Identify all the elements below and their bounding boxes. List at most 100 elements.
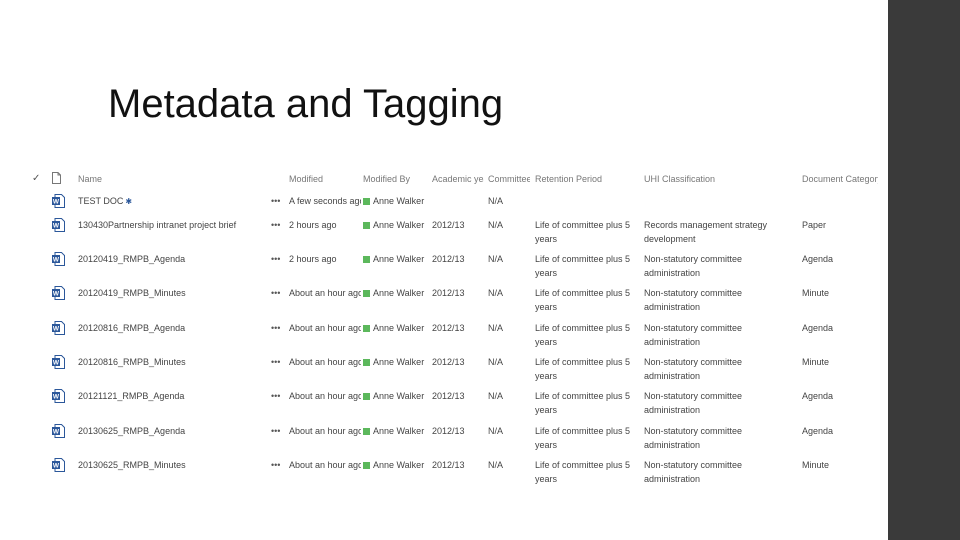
column-header-row: ✓ Name Modified Modified By Academic yea…	[30, 168, 880, 188]
modified-by-cell[interactable]: Anne Walker	[363, 424, 427, 438]
retention-period-cell: Life of committee plus 5 years	[535, 460, 631, 484]
modified-by-cell[interactable]: Anne Walker	[363, 252, 427, 266]
slide-title: Metadata and Tagging	[108, 82, 504, 126]
column-header-classification[interactable]: UHI Classification	[644, 172, 794, 186]
open-menu-button[interactable]: •••	[271, 458, 285, 472]
academic-year-cell: 2012/13	[432, 460, 465, 470]
table-row[interactable]: W 20121121_RMPB_Agenda ••• Anne Walker About…	[30, 385, 880, 417]
presence-status-icon	[363, 198, 370, 205]
modified-by-cell[interactable]: Anne Walker	[363, 389, 427, 403]
classification-cell: Non-statutory committee administration	[644, 426, 743, 450]
word-document-icon[interactable]: W	[52, 252, 65, 266]
modified-by-cell[interactable]: Anne Walker	[363, 194, 427, 208]
modified-cell: About an hour ago	[289, 391, 361, 401]
open-menu-button[interactable]: •••	[271, 286, 285, 300]
slide: Metadata and Tagging ✓ Name Modified Mod…	[0, 0, 888, 540]
presence-status-icon	[363, 393, 370, 400]
modified-by-cell[interactable]: Anne Walker	[363, 286, 427, 300]
open-menu-button[interactable]: •••	[271, 252, 285, 266]
academic-year-cell: 2012/13	[432, 391, 465, 401]
table-row[interactable]: W 130430Partnership intranet project brie…	[30, 214, 880, 246]
presence-status-icon	[363, 222, 370, 229]
column-header-committee[interactable]: Committee	[488, 172, 530, 186]
academic-year-cell: 2012/13	[432, 426, 465, 436]
column-header-retention-period[interactable]: Retention Period	[535, 172, 635, 186]
svg-text:W: W	[53, 257, 60, 264]
committee-cell: N/A	[488, 196, 504, 206]
word-document-icon[interactable]: W	[52, 389, 65, 403]
table-row[interactable]: W 20130625_RMPB_Minutes ••• Anne Walker Abou…	[30, 454, 880, 486]
retention-period-cell: Life of committee plus 5 years	[535, 323, 631, 347]
table-row[interactable]: W 20120419_RMPB_Agenda ••• Anne Walker 2 hou…	[30, 248, 880, 280]
modified-by-cell[interactable]: Anne Walker	[363, 355, 427, 369]
document-name-link[interactable]: 20120816_RMPB_Minutes	[78, 355, 264, 369]
presence-status-icon	[363, 462, 370, 469]
select-all-checkbox[interactable]: ✓	[32, 172, 44, 186]
open-menu-button[interactable]: •••	[271, 194, 285, 208]
document-name-link[interactable]: 20130625_RMPB_Minutes	[78, 458, 264, 472]
open-menu-button[interactable]: •••	[271, 218, 285, 232]
open-menu-button[interactable]: •••	[271, 321, 285, 335]
word-document-icon[interactable]: W	[52, 458, 65, 472]
open-menu-button[interactable]: •••	[271, 355, 285, 369]
modified-by-cell[interactable]: Anne Walker	[363, 218, 427, 232]
column-header-modified-by[interactable]: Modified By	[363, 172, 427, 186]
word-document-icon[interactable]: W	[52, 321, 65, 335]
retention-period-cell: Life of committee plus 5 years	[535, 254, 631, 278]
modified-cell: About an hour ago	[289, 323, 361, 333]
document-name-label: TEST DOC	[78, 196, 124, 206]
document-category-cell: Paper	[802, 220, 827, 230]
document-category-cell: Agenda	[802, 323, 834, 333]
modified-cell: 2 hours ago	[289, 254, 337, 264]
word-document-icon[interactable]: W	[52, 355, 65, 369]
document-category-cell: Minute	[802, 288, 830, 298]
retention-period-cell: Life of committee plus 5 years	[535, 220, 631, 244]
modified-by-label: Anne Walker	[373, 220, 425, 230]
modified-by-label: Anne Walker	[373, 196, 425, 206]
academic-year-cell: 2012/13	[432, 323, 465, 333]
academic-year-cell: 2012/13	[432, 220, 465, 230]
academic-year-cell: 2012/13	[432, 288, 465, 298]
word-document-icon[interactable]: W	[52, 194, 65, 208]
document-category-cell: Minute	[802, 357, 830, 367]
modified-cell: About an hour ago	[289, 460, 361, 470]
table-row[interactable]: W 20120419_RMPB_Minutes ••• Anne Walker Abou…	[30, 282, 880, 314]
table-row[interactable]: W 20120816_RMPB_Minutes ••• Anne Walker Abou…	[30, 351, 880, 383]
word-document-icon[interactable]: W	[52, 286, 65, 300]
committee-cell: N/A	[488, 220, 504, 230]
table-row[interactable]: W 20130625_RMPB_Agenda ••• Anne Walker About…	[30, 420, 880, 452]
open-menu-button[interactable]: •••	[271, 424, 285, 438]
document-name-label: 20130625_RMPB_Minutes	[78, 460, 186, 470]
svg-text:W: W	[53, 291, 60, 298]
modified-by-cell[interactable]: Anne Walker	[363, 321, 427, 335]
column-header-academic-year[interactable]: Academic year	[432, 172, 484, 186]
column-header-name[interactable]: Name	[78, 172, 264, 186]
document-name-link[interactable]: 20121121_RMPB_Agenda	[78, 389, 264, 403]
document-name-link[interactable]: 20130625_RMPB_Agenda	[78, 424, 264, 438]
modified-cell: About an hour ago	[289, 288, 361, 298]
svg-text:W: W	[53, 429, 60, 436]
table-row[interactable]: W 20120816_RMPB_Agenda ••• Anne Walker About…	[30, 317, 880, 349]
modified-by-cell[interactable]: Anne Walker	[363, 458, 427, 472]
committee-cell: N/A	[488, 391, 504, 401]
retention-period-cell: Life of committee plus 5 years	[535, 357, 631, 381]
classification-cell: Non-statutory committee administration	[644, 323, 743, 347]
document-name-link[interactable]: 20120419_RMPB_Minutes	[78, 286, 264, 300]
open-menu-button[interactable]: •••	[271, 389, 285, 403]
column-header-modified[interactable]: Modified	[289, 172, 361, 186]
column-header-document-category[interactable]: Document Category	[802, 172, 878, 186]
classification-cell: Non-statutory committee administration	[644, 460, 743, 484]
classification-cell: Records management strategy development	[644, 220, 768, 244]
word-document-icon[interactable]: W	[52, 424, 65, 438]
classification-cell: Non-statutory committee administration	[644, 254, 743, 278]
modified-by-label: Anne Walker	[373, 323, 425, 333]
document-name-link[interactable]: 130430Partnership intranet project brief	[78, 218, 264, 232]
document-name-link[interactable]: TEST DOC ✱	[78, 194, 264, 209]
document-name-link[interactable]: 20120419_RMPB_Agenda	[78, 252, 264, 266]
presence-status-icon	[363, 359, 370, 366]
word-document-icon[interactable]: W	[52, 218, 65, 232]
slide-side-bar	[888, 0, 960, 540]
document-name-link[interactable]: 20120816_RMPB_Agenda	[78, 321, 264, 335]
file-type-header-icon[interactable]	[52, 172, 66, 188]
modified-by-label: Anne Walker	[373, 288, 425, 298]
